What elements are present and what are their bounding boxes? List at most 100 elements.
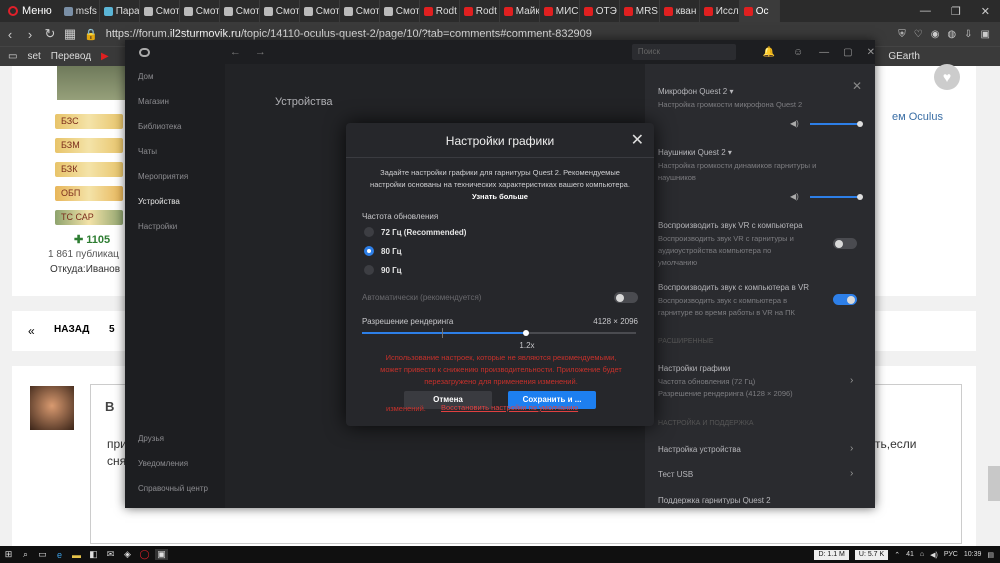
browser-tab[interactable]: Майк (500, 0, 540, 22)
browser-tab[interactable]: Смот (380, 0, 420, 22)
headphones-volume-slider[interactable] (810, 196, 860, 198)
page-number[interactable]: 5 (109, 324, 115, 335)
restore-defaults-link[interactable]: Восстановить настройки по умолчанию (441, 403, 578, 412)
extension-icon[interactable]: ▣ (981, 29, 990, 40)
oculus-taskbar-icon[interactable]: ▣ (155, 549, 168, 560)
browser-tab[interactable]: Смот (260, 0, 300, 22)
bold-tool[interactable]: B (105, 399, 114, 414)
language-indicator[interactable]: РУС (944, 551, 958, 558)
bookmark-gearth[interactable]: GEarth (888, 51, 1000, 62)
browser-tab[interactable]: Rodt (420, 0, 460, 22)
browser-tab[interactable]: Иссл (700, 0, 740, 22)
friends-icon[interactable]: ☺ (793, 47, 803, 58)
browser-tab[interactable]: Смот (300, 0, 340, 22)
bookmark-set[interactable]: set (27, 51, 40, 62)
device-setup-item[interactable]: Настройка устройства (658, 445, 741, 454)
sidebar-item[interactable]: Устройства (138, 197, 180, 206)
sidebar-item[interactable]: Чаты (138, 147, 157, 156)
clock[interactable]: 10:39 (964, 551, 982, 558)
headphones-title[interactable]: Наушники Quest 2 ▾ (658, 148, 732, 157)
graphics-settings-item[interactable]: Настройки графики (658, 364, 730, 373)
browser-tab[interactable]: ОТЭ (580, 0, 620, 22)
sidebar-item[interactable]: Дом (138, 72, 153, 81)
win-close-icon[interactable]: ✕ (867, 47, 875, 58)
sidebar-item[interactable]: Уведомления (138, 459, 188, 468)
usb-test-item[interactable]: Тест USB (658, 470, 693, 479)
resolution-slider-knob[interactable] (523, 330, 530, 336)
mic-volume-slider[interactable] (810, 123, 860, 125)
browser-tab[interactable]: Oc (739, 0, 780, 22)
refresh-rate-radio[interactable] (364, 227, 374, 237)
notification-icon[interactable]: ▤ (987, 551, 994, 559)
chevron-right-icon[interactable]: › (850, 443, 853, 454)
sidebar-item[interactable]: Библиотека (138, 122, 182, 131)
reload-icon[interactable]: ↻ (40, 26, 60, 42)
page-scrollbar[interactable] (988, 466, 1000, 501)
task-view-icon[interactable]: ▭ (36, 549, 49, 560)
back-button[interactable]: НАЗАД (54, 324, 89, 335)
auto-toggle[interactable] (614, 292, 638, 303)
browser-tab[interactable]: Смот (140, 0, 180, 22)
browser-tab[interactable]: МИС (540, 0, 580, 22)
learn-more-link[interactable]: Узнать больше (472, 192, 528, 201)
refresh-rate-radio[interactable] (364, 246, 374, 256)
oculus-link[interactable]: ем Oculus (892, 111, 943, 123)
store-icon[interactable]: ◧ (87, 549, 100, 560)
app-icon[interactable]: ◈ (121, 549, 134, 560)
youtube-icon[interactable]: ▶ (101, 51, 109, 62)
edge-icon[interactable]: e (53, 550, 66, 560)
download-icon[interactable]: ⇩ (964, 29, 972, 40)
browser-tab[interactable]: Пара (100, 0, 140, 22)
oculus-search-input[interactable]: Поиск (631, 44, 737, 60)
heart-icon[interactable]: ♥ (934, 64, 960, 90)
refresh-rate-radio[interactable] (364, 265, 374, 275)
headphones-slider-knob[interactable] (857, 194, 863, 200)
browser-tab[interactable]: msfs (60, 0, 100, 22)
url-field[interactable]: https://forum.il2sturmovik.ru/topic/1411… (106, 28, 592, 40)
win-minimize-icon[interactable]: — (819, 47, 829, 58)
search-icon[interactable]: ⌕ (19, 549, 32, 560)
speed-dial-icon[interactable]: ▦ (60, 26, 80, 42)
sidebar-item[interactable]: Магазин (138, 97, 169, 106)
heart-icon[interactable]: ♡ (914, 29, 923, 40)
bell-icon[interactable]: 🔔 (762, 47, 774, 58)
chevron-right-icon[interactable]: › (850, 468, 853, 479)
minimize-icon[interactable]: — (920, 5, 931, 18)
mail-icon[interactable]: ✉ (104, 549, 117, 560)
forward-arrow-icon[interactable]: → (255, 46, 266, 58)
opera-icon[interactable]: ◯ (138, 549, 151, 560)
vr-audio-toggle[interactable] (833, 294, 857, 305)
opera-menu-button[interactable]: Меню (0, 0, 60, 22)
prev-icon[interactable]: « (28, 324, 35, 338)
shield-icon[interactable]: ⛨ (898, 29, 906, 40)
browser-tab[interactable]: Смот (340, 0, 380, 22)
volume-icon[interactable]: ◀) (930, 551, 938, 559)
back-arrow-icon[interactable]: ← (230, 46, 241, 58)
bookmark-translate[interactable]: Перевод (51, 51, 91, 62)
camera-icon[interactable]: ◉ (931, 29, 940, 40)
vpn-icon[interactable]: ◍ (947, 29, 956, 40)
sidebar-item[interactable]: Справочный центр (138, 484, 208, 493)
refresh-rate-option-label[interactable]: 72 Гц (Recommended) (381, 228, 466, 237)
sidebar-item[interactable]: Настройки (138, 222, 177, 231)
refresh-rate-option-label[interactable]: 90 Гц (381, 266, 402, 275)
windows-start-icon[interactable]: ⊞ (2, 549, 15, 560)
tray-arrow-icon[interactable]: ⌃ (894, 551, 900, 559)
chevron-right-icon[interactable]: › (850, 375, 853, 386)
forward-icon[interactable]: › (20, 27, 40, 42)
browser-tab[interactable]: Rodt (460, 0, 500, 22)
browser-tab[interactable]: кван (660, 0, 700, 22)
explorer-icon[interactable]: ▬ (70, 550, 83, 560)
sidebar-item[interactable]: Мероприятия (138, 172, 188, 181)
sidebar-item[interactable]: Друзья (138, 434, 164, 443)
maximize-icon[interactable]: ❐ (951, 5, 961, 18)
browser-tab[interactable]: Смот (220, 0, 260, 22)
mic-slider-knob[interactable] (857, 121, 863, 127)
win-maximize-icon[interactable]: ▢ (843, 47, 852, 58)
panel-close-icon[interactable]: ✕ (852, 79, 862, 93)
support-quest-item[interactable]: Поддержка гарнитуры Quest 2 (658, 496, 771, 504)
network-icon[interactable]: ⌂ (920, 551, 924, 558)
pc-audio-toggle[interactable] (833, 238, 857, 249)
mic-title[interactable]: Микрофон Quest 2 ▾ (658, 87, 733, 96)
refresh-rate-option-label[interactable]: 80 Гц (381, 247, 402, 256)
